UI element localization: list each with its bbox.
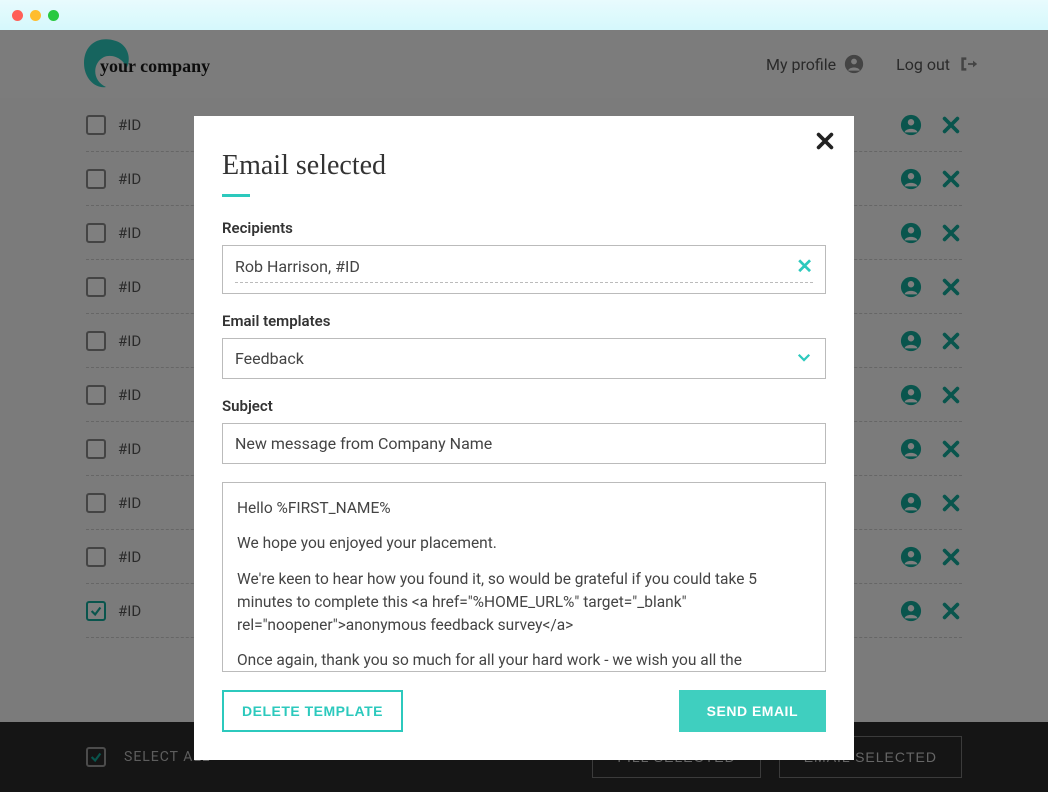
subject-label: Subject (222, 397, 826, 415)
send-email-button[interactable]: SEND EMAIL (679, 690, 826, 732)
delete-template-button[interactable]: DELETE TEMPLATE (222, 690, 403, 732)
window-titlebar (0, 0, 1048, 30)
window-maximize-dot[interactable] (48, 10, 59, 21)
window-close-dot[interactable] (12, 10, 23, 21)
recipients-label: Recipients (222, 219, 826, 237)
title-underline (222, 194, 250, 197)
email-selected-modal: Email selected Recipients Rob Harrison, … (194, 116, 854, 760)
body-line: Hello %FIRST_NAME% (237, 497, 811, 520)
template-value: Feedback (235, 349, 304, 368)
templates-label: Email templates (222, 312, 826, 330)
recipient-name: Rob Harrison, #ID (235, 257, 360, 276)
subject-input[interactable]: New message from Company Name (222, 423, 826, 464)
template-select[interactable]: Feedback (222, 338, 826, 379)
remove-recipient-icon[interactable]: ✕ (796, 256, 813, 276)
body-line: We hope you enjoyed your placement. (237, 532, 811, 555)
recipients-field[interactable]: Rob Harrison, #ID ✕ (222, 245, 826, 294)
body-line: We're keen to hear how you found it, so … (237, 568, 811, 638)
close-icon (814, 130, 836, 152)
email-body-editor[interactable]: Hello %FIRST_NAME% We hope you enjoyed y… (222, 482, 826, 672)
body-line: Once again, thank you so much for all yo… (237, 649, 811, 672)
window-minimize-dot[interactable] (30, 10, 41, 21)
recipient-chip: Rob Harrison, #ID ✕ (235, 256, 813, 283)
chevron-down-icon (795, 348, 813, 370)
subject-value: New message from Company Name (235, 434, 492, 453)
modal-title: Email selected (222, 150, 826, 182)
modal-close-button[interactable] (814, 130, 836, 156)
